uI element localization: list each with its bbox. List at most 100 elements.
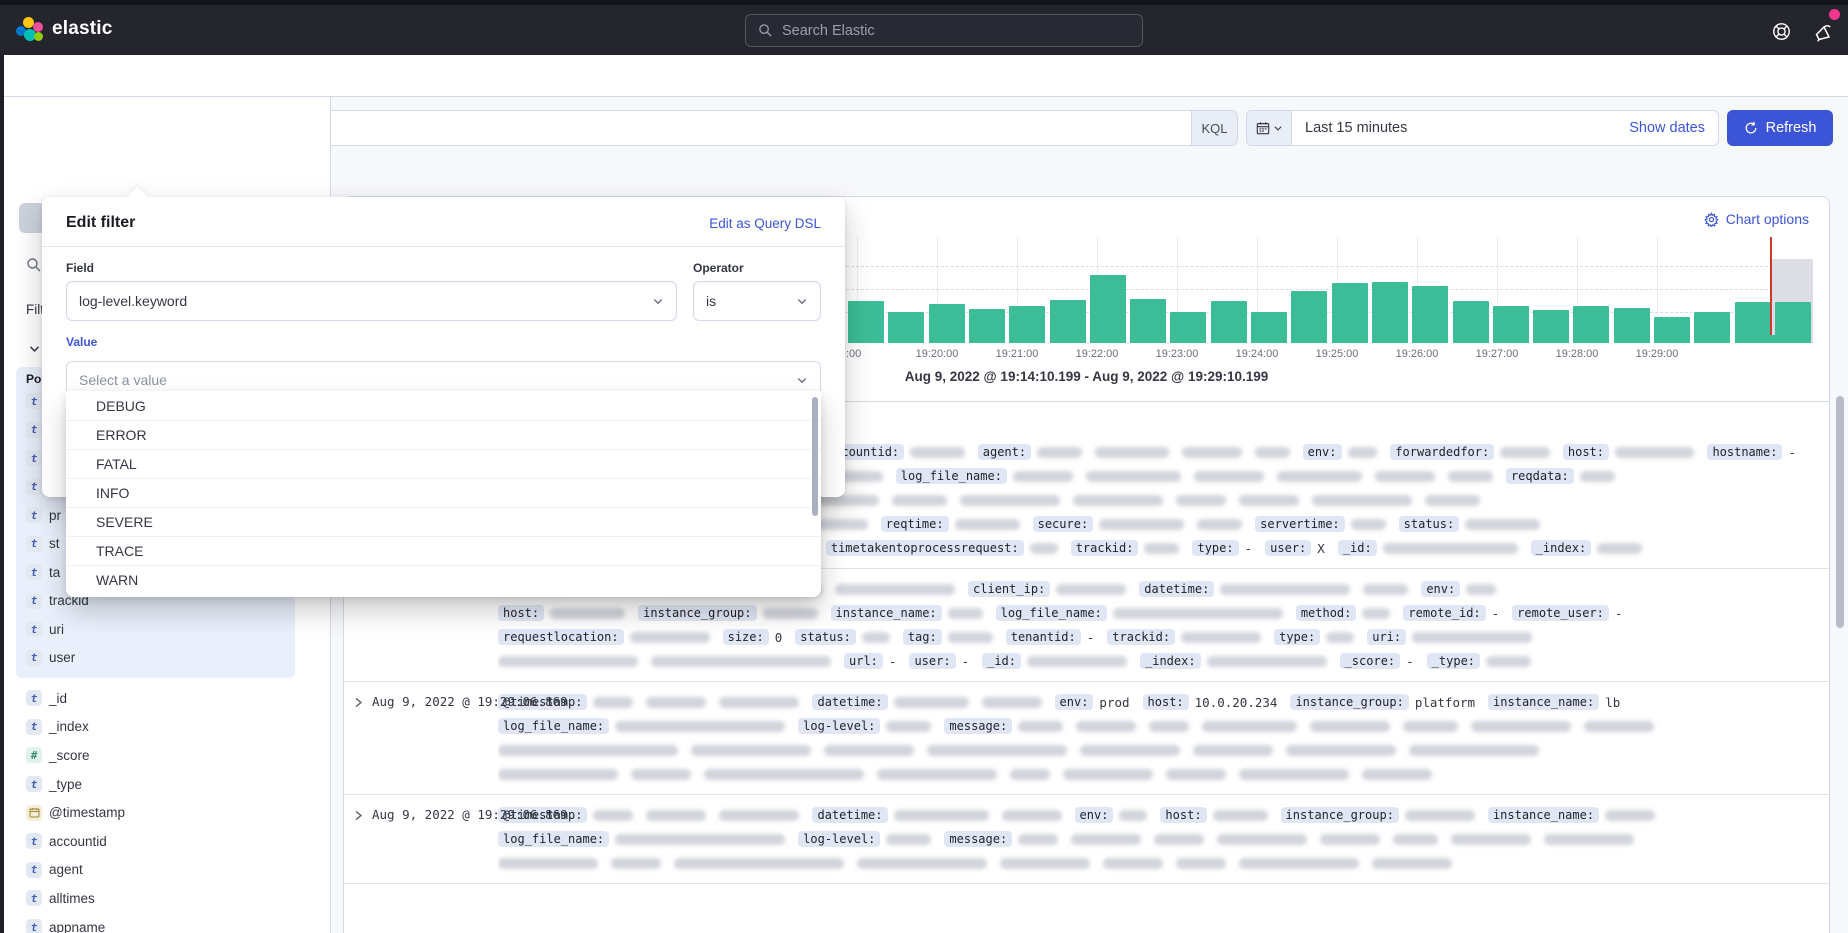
refresh-button[interactable]: Refresh xyxy=(1727,110,1833,146)
histogram-bar[interactable] xyxy=(1170,312,1206,343)
chevron-down-icon xyxy=(1273,123,1283,133)
value-option-severe[interactable]: SEVERE xyxy=(66,508,821,537)
expand-row-icon[interactable] xyxy=(352,696,365,709)
x-axis-tick-label: 19:26:00 xyxy=(1396,348,1439,360)
field-value: - xyxy=(1788,445,1796,460)
field-label-pill: type: xyxy=(1274,629,1320,645)
redacted-value xyxy=(1465,519,1540,530)
field-item-id[interactable]: t_id xyxy=(26,684,316,713)
field-item-timestamp[interactable]: @timestamp xyxy=(26,798,316,827)
field-item-score[interactable]: #_score xyxy=(26,741,316,770)
histogram-bar[interactable] xyxy=(888,312,924,343)
search-icon xyxy=(758,23,773,38)
value-option-trace[interactable]: TRACE xyxy=(66,537,821,566)
field-item-alltimes[interactable]: talltimes xyxy=(26,884,316,913)
redacted-value xyxy=(1010,769,1050,780)
histogram-bar[interactable] xyxy=(929,304,965,343)
field-item-type[interactable]: t_type xyxy=(26,770,316,799)
field-value: platform xyxy=(1415,695,1475,710)
field-label-pill: trackid: xyxy=(1071,540,1139,556)
redacted-value xyxy=(1013,471,1073,482)
redacted-value xyxy=(1383,543,1518,554)
source-line: host:instance_group:instance_name:log_fi… xyxy=(498,601,1809,625)
field-label-pill: method: xyxy=(1296,605,1357,621)
chevron-down-icon[interactable] xyxy=(28,342,41,355)
text-field-icon: t xyxy=(26,833,42,849)
histogram-bar[interactable] xyxy=(1130,299,1166,343)
operator-combobox[interactable]: is xyxy=(693,281,821,321)
dropdown-scrollbar[interactable] xyxy=(812,397,818,516)
value-option-info[interactable]: INFO xyxy=(66,479,821,508)
histogram-bar[interactable] xyxy=(969,309,1005,343)
value-option-warn[interactable]: WARN xyxy=(66,566,821,595)
field-label-pill: env: xyxy=(1421,581,1460,597)
field-item-appname[interactable]: tappname xyxy=(26,913,316,933)
field-label-pill: host: xyxy=(1563,444,1609,460)
gridline-dashed xyxy=(846,289,1813,290)
value-option-debug[interactable]: DEBUG xyxy=(66,392,821,421)
histogram-bar[interactable] xyxy=(1090,275,1126,343)
redacted-value xyxy=(1544,834,1634,845)
field-item-agent[interactable]: tagent xyxy=(26,856,316,885)
field-label-pill: message: xyxy=(944,831,1012,847)
histogram-bar[interactable] xyxy=(1050,300,1086,343)
edit-as-query-dsl-link[interactable]: Edit as Query DSL xyxy=(709,216,821,231)
histogram-bar[interactable] xyxy=(1694,312,1730,343)
redacted-value xyxy=(631,769,691,780)
field-item-uri[interactable]: turi xyxy=(26,615,295,644)
page-scrollbar[interactable] xyxy=(1836,396,1844,628)
redacted-value xyxy=(611,858,661,869)
global-search-input[interactable]: Search Elastic xyxy=(745,14,1143,47)
gear-icon xyxy=(1704,212,1719,227)
field-label-pill: instance_name: xyxy=(831,605,942,621)
show-dates-link[interactable]: Show dates xyxy=(1629,120,1718,136)
histogram-bar[interactable] xyxy=(1251,312,1287,343)
elastic-logo-text: elastic xyxy=(52,18,113,40)
redacted-value xyxy=(894,810,989,821)
partial-bucket-bar xyxy=(1753,335,1809,343)
histogram-plot[interactable] xyxy=(846,237,1813,343)
chart-options-link[interactable]: Chart options xyxy=(1704,211,1809,227)
histogram-bar[interactable] xyxy=(1291,291,1327,343)
redacted-value xyxy=(646,697,706,708)
redacted-value xyxy=(1095,447,1169,458)
query-language-badge[interactable]: KQL xyxy=(1191,111,1237,145)
redacted-value xyxy=(1149,721,1189,732)
field-label-pill: datetime: xyxy=(1139,581,1214,597)
help-icon[interactable] xyxy=(1772,22,1791,41)
histogram-bar[interactable] xyxy=(1533,310,1569,343)
table-row: Aug 9, 2022 @ 19:29:06.869@timestamp:dat… xyxy=(344,682,1829,795)
histogram-bar[interactable] xyxy=(1573,306,1609,343)
histogram-bar[interactable] xyxy=(1412,286,1448,343)
histogram-bar[interactable] xyxy=(1493,306,1529,343)
field-label-pill: _id: xyxy=(1338,540,1377,556)
histogram-bar[interactable] xyxy=(1211,301,1247,343)
field-item-accountid[interactable]: taccountid xyxy=(26,827,316,856)
current-time-marker xyxy=(1770,237,1772,343)
histogram-bar[interactable] xyxy=(1372,282,1408,343)
histogram-bar[interactable] xyxy=(1332,283,1368,343)
time-range-value[interactable]: Last 15 minutes xyxy=(1292,120,1629,136)
source-line xyxy=(498,738,1809,762)
field-item-index[interactable]: t_index xyxy=(26,713,316,742)
field-name: user xyxy=(49,650,75,665)
redacted-value xyxy=(1239,858,1359,869)
field-item-user[interactable]: tuser xyxy=(26,644,295,673)
field-combobox[interactable]: log-level.keyword xyxy=(66,281,677,321)
redacted-value xyxy=(1099,519,1184,530)
text-field-icon: t xyxy=(26,593,42,609)
value-option-error[interactable]: ERROR xyxy=(66,421,821,450)
histogram-bar[interactable] xyxy=(1453,301,1489,343)
date-picker-calendar-button[interactable] xyxy=(1247,111,1292,145)
field-label-pill: servertime: xyxy=(1255,516,1344,532)
histogram-bar[interactable] xyxy=(1009,306,1045,343)
histogram-bar[interactable] xyxy=(1654,317,1690,343)
histogram-bar[interactable] xyxy=(1614,308,1650,343)
table-row: Aug 9, 2022 @ 19:29:06.869@timestamp:dat… xyxy=(344,795,1829,884)
redacted-value xyxy=(1154,834,1204,845)
value-option-fatal[interactable]: FATAL xyxy=(66,450,821,479)
redacted-value xyxy=(1286,745,1396,756)
expand-row-icon[interactable] xyxy=(352,809,365,822)
histogram-bar[interactable] xyxy=(848,301,884,343)
news-feed-icon[interactable] xyxy=(1814,22,1834,42)
